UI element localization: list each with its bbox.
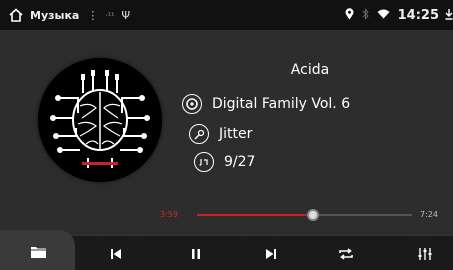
folder-icon[interactable] — [30, 244, 47, 263]
previous-button[interactable] — [96, 236, 136, 270]
track-number-row: 9/27 — [194, 152, 255, 172]
wifi-icon — [377, 9, 390, 22]
app-title: Музыка — [30, 8, 80, 22]
pause-icon — [191, 248, 201, 260]
status-bar: Музыка ⋮ ·¹¹ Ψ 14:25 — [0, 0, 453, 30]
progress-section: 3:59 7:24 — [0, 205, 453, 225]
album-row: Digital Family Vol. 6 — [182, 94, 350, 114]
artist-icon — [189, 124, 209, 144]
now-playing-panel: Acida Digital Family Vol. 6 Jitter 9/27 … — [0, 30, 453, 235]
skip-next-icon — [265, 248, 277, 260]
music-player-screen: Музыка ⋮ ·¹¹ Ψ 14:25 Acida Digital Famil… — [0, 0, 453, 270]
track-title: Acida — [290, 62, 330, 78]
location-icon — [345, 7, 354, 23]
status-indicator-text: ·¹¹ — [105, 10, 115, 20]
clock-time: 14:25 — [397, 7, 439, 23]
progress-thumb[interactable] — [307, 209, 320, 221]
progress-bar[interactable] — [197, 209, 412, 221]
usb-icon: Ψ — [121, 8, 130, 22]
download-icon — [445, 8, 453, 23]
track-number-icon — [194, 152, 214, 172]
folder-tab[interactable] — [0, 230, 75, 270]
equalizer-button[interactable] — [405, 236, 445, 270]
pause-button[interactable] — [176, 236, 216, 270]
playback-controls — [0, 230, 453, 270]
equalizer-icon — [418, 247, 432, 261]
more-menu-icon[interactable]: ⋮ — [87, 9, 98, 22]
track-number: 9/27 — [224, 154, 256, 170]
artist-row: Jitter — [189, 124, 252, 144]
repeat-button[interactable] — [326, 236, 366, 270]
bluetooth-icon — [362, 7, 369, 23]
album-name: Digital Family Vol. 6 — [212, 96, 351, 112]
progress-fill — [197, 214, 314, 216]
total-time: 7:24 — [420, 210, 438, 219]
elapsed-time: 3:59 — [160, 210, 178, 219]
next-button[interactable] — [251, 236, 291, 270]
status-right-group: 14:25 — [337, 0, 453, 30]
home-icon[interactable] — [8, 7, 24, 23]
artist-name: Jitter — [219, 126, 253, 142]
album-disc-icon — [182, 94, 202, 114]
skip-previous-icon — [110, 248, 122, 260]
repeat-icon — [338, 247, 354, 261]
album-art — [38, 58, 162, 182]
